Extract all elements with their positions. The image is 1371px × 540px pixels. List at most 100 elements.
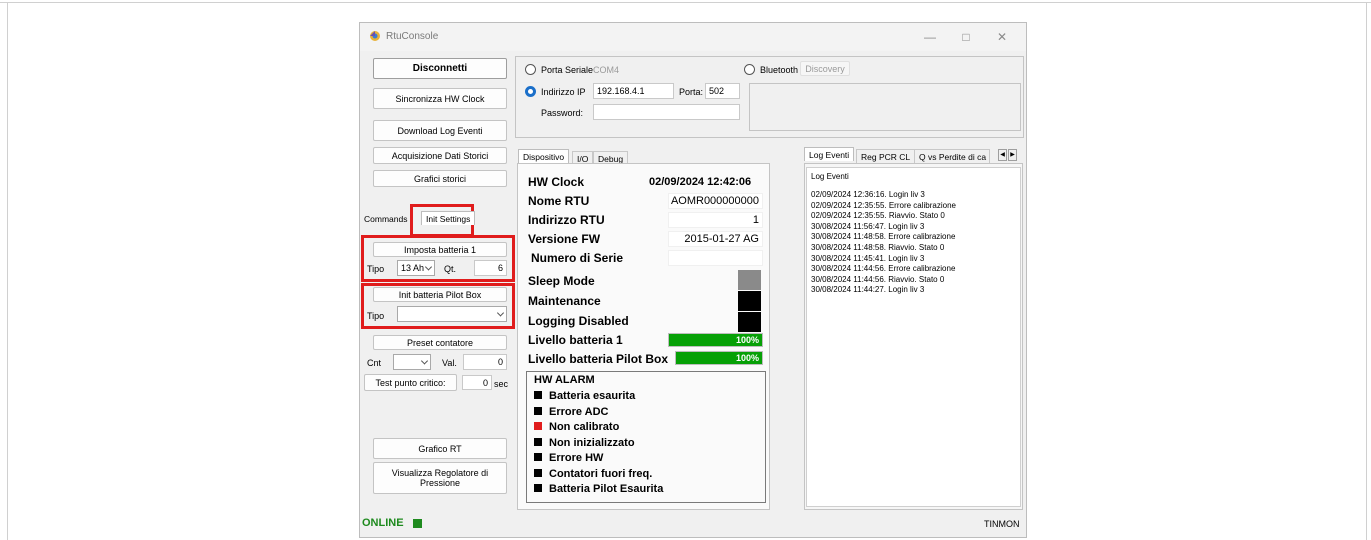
log-entry: 02/09/2024 12:35:55. Errore calibrazione <box>811 200 956 210</box>
minimize-button[interactable]: — <box>912 26 948 48</box>
alarm-status-icon <box>534 391 542 399</box>
ip-radio[interactable] <box>525 86 536 97</box>
frame-left-line <box>7 2 8 540</box>
fw-version-value: 2015-01-27 AG <box>668 231 763 247</box>
log-entry: 30/08/2024 11:45:41. Login liv 3 <box>811 253 925 263</box>
rtu-name-value: AOMR000000000 <box>668 193 763 209</box>
cnt-select[interactable] <box>393 354 431 370</box>
alarm-item: Non inizializzato <box>534 437 635 449</box>
val-input[interactable]: 0 <box>463 354 507 370</box>
alarm-item: Non calibrato <box>534 421 619 433</box>
pilot-level-label: Livello batteria Pilot Box <box>528 352 669 366</box>
alarm-status-icon <box>534 437 542 446</box>
test-critical-point-button[interactable]: Test punto critico: <box>364 374 457 391</box>
battery1-level-bar: 100% <box>668 333 763 347</box>
tab-q-vs-perdite[interactable]: Q vs Perdite di ca <box>914 149 990 163</box>
status-right-text: TINMON <box>984 519 1020 529</box>
title-bar: RtuConsole — □ ✕ <box>360 23 1026 51</box>
alarm-label: Errore ADC <box>549 405 609 418</box>
test-seconds-input[interactable]: 0 <box>462 375 492 390</box>
alarm-status-icon <box>534 422 542 430</box>
val-label: Val. <box>442 358 457 368</box>
online-status-indicator <box>413 519 422 528</box>
alarm-label: Batteria Pilot Esaurita <box>549 483 664 495</box>
port-input[interactable]: 502 <box>705 83 740 99</box>
pressure-regulator-button[interactable]: Visualizza Regolatore di Pressione <box>373 462 507 494</box>
sleep-mode-label: Sleep Mode <box>528 274 595 288</box>
alarm-item: Errore ADC <box>534 406 609 418</box>
tab-dispositivo[interactable]: Dispositivo <box>518 149 570 163</box>
frame-right-line <box>1366 2 1367 540</box>
close-button[interactable]: ✕ <box>984 26 1020 48</box>
logging-disabled-label: Logging Disabled <box>528 314 629 328</box>
alarm-status-icon <box>534 468 542 477</box>
log-list[interactable]: Log Eventi 02/09/2024 12:36:16. Login li… <box>806 167 1021 507</box>
log-entry: 02/09/2024 12:35:55. Riavvio. Stato 0 <box>811 211 945 221</box>
serial-number-value <box>668 250 763 266</box>
window-title: RtuConsole <box>386 31 439 42</box>
highlight-battery-settings <box>361 235 515 282</box>
connection-info-box <box>749 83 1021 131</box>
rt-chart-button[interactable]: Grafico RT <box>373 438 507 459</box>
port-label: Porta: <box>679 87 704 97</box>
tab-log-eventi[interactable]: Log Eventi <box>804 147 855 161</box>
tab-scroll-left-icon[interactable]: ◀ <box>998 149 1007 161</box>
maintenance-label: Maintenance <box>528 294 601 308</box>
cnt-label: Cnt <box>367 358 382 368</box>
alarm-item: Batteria Pilot Esaurita <box>534 483 663 495</box>
log-entry: 30/08/2024 11:56:47. Login liv 3 <box>811 221 925 231</box>
download-log-button[interactable]: Download Log Eventi <box>373 120 507 141</box>
app-icon <box>370 31 380 41</box>
alarm-item: Contatori fuori freq. <box>534 468 652 480</box>
alarm-status-icon <box>534 484 542 492</box>
maximize-button[interactable]: □ <box>948 26 984 48</box>
password-label: Password: <box>541 108 584 118</box>
serial-label: Porta Seriale <box>541 65 594 75</box>
highlight-pilot-settings <box>361 283 515 329</box>
ip-label: Indirizzo IP <box>541 87 586 97</box>
serial-port-value[interactable]: COM4 <box>593 65 619 75</box>
ip-input[interactable]: 192.168.4.1 <box>593 83 674 99</box>
log-entry: 30/08/2024 11:48:58. Errore calibrazione <box>811 232 956 242</box>
historic-charts-button[interactable]: Grafici storici <box>373 170 507 187</box>
app-window: RtuConsole — □ ✕ Disconnetti Sincronizza… <box>359 22 1027 538</box>
disconnect-button[interactable]: Disconnetti <box>373 58 507 79</box>
online-status-text: ONLINE <box>362 517 404 529</box>
alarm-item: Batteria esaurita <box>534 390 635 402</box>
alarm-label: Batteria esaurita <box>549 390 636 402</box>
sleep-mode-indicator <box>738 270 761 290</box>
sync-clock-button[interactable]: Sincronizza HW Clock <box>373 88 507 109</box>
maintenance-indicator <box>738 291 761 311</box>
historic-data-button[interactable]: Acquisizione Dati Storici <box>373 147 507 164</box>
log-entry: 02/09/2024 12:36:16. Login liv 3 <box>811 190 925 199</box>
hw-clock-value: 02/09/2024 12:42:06 <box>649 176 752 188</box>
alarm-label: Non calibrato <box>549 421 620 433</box>
pilot-level-text: 100% <box>735 353 759 363</box>
tab-commands[interactable]: Commands <box>364 214 407 224</box>
log-header: Log Eventi <box>811 172 849 181</box>
test-unit-label: sec <box>494 379 509 389</box>
serial-number-label: Numero di Serie <box>531 251 624 265</box>
alarm-label: Contatori fuori freq. <box>549 467 653 480</box>
alarm-label: Non inizializzato <box>549 436 635 449</box>
preset-counter-button[interactable]: Preset contatore <box>373 335 507 350</box>
bluetooth-label: Bluetooth <box>760 65 799 75</box>
alarm-status-icon <box>534 406 542 415</box>
log-entry: 30/08/2024 11:44:56. Riavvio. Stato 0 <box>811 274 945 284</box>
frame-top-line <box>0 2 1371 3</box>
alarm-item: Errore HW <box>534 452 603 464</box>
serial-radio[interactable] <box>525 64 536 75</box>
hw-alarm-title: HW ALARM <box>534 374 595 386</box>
logging-disabled-indicator <box>738 312 761 332</box>
bluetooth-radio[interactable] <box>744 64 755 75</box>
fw-version-label: Versione FW <box>528 232 601 246</box>
password-input[interactable] <box>593 104 740 120</box>
discovery-button[interactable]: Discovery <box>800 61 850 76</box>
tab-init-settings[interactable]: Init Settings <box>421 211 476 225</box>
rtu-address-value: 1 <box>668 212 763 228</box>
tab-scroll-right-icon[interactable]: ▶ <box>1008 149 1017 161</box>
alarm-list: Batteria esaurita Errore ADC Non calibrato… <box>520 389 760 499</box>
tab-reg-pcr-cl[interactable]: Reg PCR CL <box>856 149 916 163</box>
pilot-level-bar: 100% <box>675 351 763 365</box>
hw-clock-label: HW Clock <box>528 175 585 189</box>
